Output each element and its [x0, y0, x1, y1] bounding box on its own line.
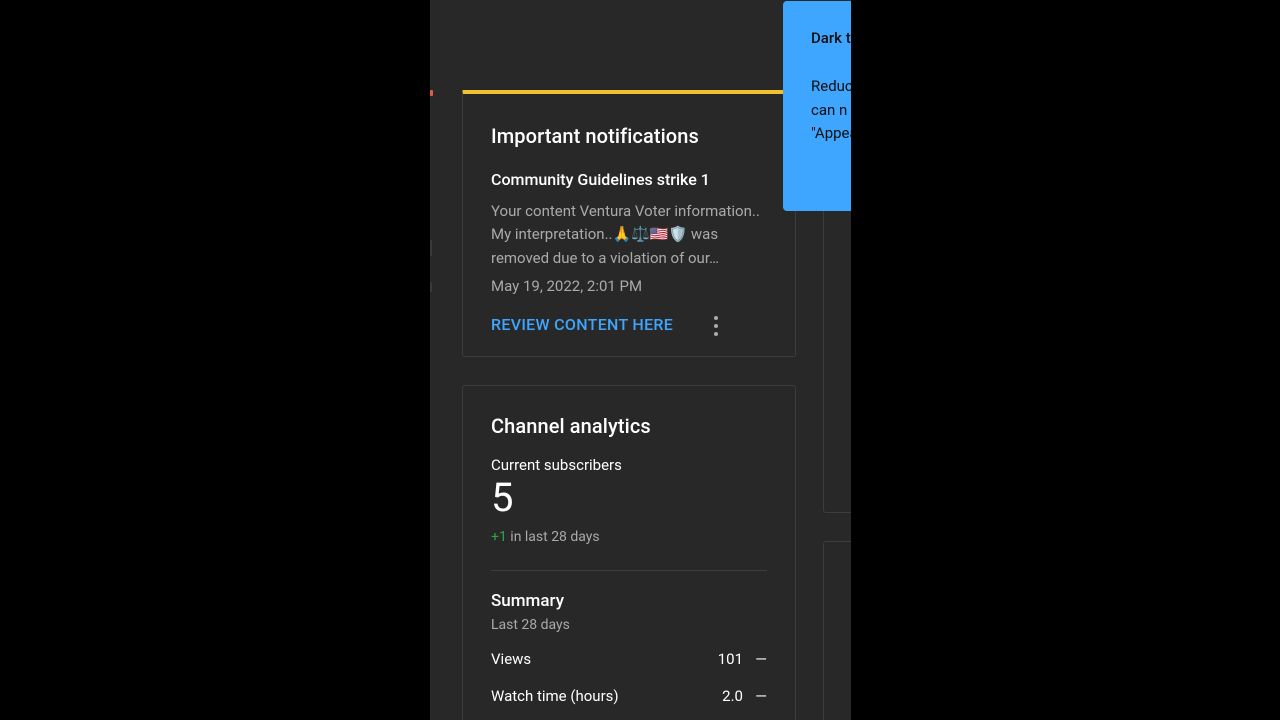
tooltip-line: Reduc: [811, 77, 851, 95]
metric-label: Watch time (hours): [491, 687, 619, 705]
delta-text: in last 28 days: [506, 529, 600, 545]
important-notifications-card: Important notifications Community Guidel…: [462, 90, 796, 357]
subscribers-count: 5: [491, 474, 514, 521]
analytics-title: Channel analytics: [491, 414, 651, 438]
notifications-title: Important notifications: [491, 124, 699, 148]
strike-date: May 19, 2022, 2:01 PM: [491, 277, 643, 295]
metric-row-watch-time: Watch time (hours) 2.0 —: [491, 687, 767, 709]
metric-label: Views: [491, 650, 532, 668]
side-card: [823, 541, 851, 720]
summary-title: Summary: [491, 591, 565, 611]
tooltip-line: can n: [811, 100, 848, 119]
divider: [491, 570, 767, 571]
side-card: [823, 200, 851, 513]
more-vert-icon[interactable]: [707, 315, 725, 337]
edge-indicator: [430, 90, 433, 96]
strike-title: Community Guidelines strike 1: [491, 170, 710, 189]
delta-value: +1: [491, 529, 507, 545]
metric-value: 101: [717, 650, 743, 668]
studio-viewport: Important notifications Community Guidel…: [430, 0, 851, 720]
channel-analytics-card: Channel analytics Current subscribers 5 …: [462, 385, 796, 720]
edge-divider: [430, 282, 432, 292]
metric-trend: —: [755, 687, 767, 705]
metric-row-views: Views 101 —: [491, 650, 767, 672]
subscribers-delta: +1 in last 28 days: [491, 529, 600, 545]
subscribers-label: Current subscribers: [491, 456, 622, 474]
dark-theme-tooltip[interactable]: Dark t Reduc can n "Appea: [783, 1, 851, 211]
summary-period: Last 28 days: [491, 617, 570, 633]
tooltip-body: Reduc can n "Appea: [811, 75, 851, 146]
metric-value: 2.0: [722, 687, 743, 705]
strike-description: Your content Ventura Voter information..…: [491, 202, 760, 267]
tooltip-line: "Appea: [811, 124, 851, 142]
edge-divider: [430, 240, 432, 256]
tooltip-title: Dark t: [811, 29, 851, 47]
review-content-link[interactable]: REVIEW CONTENT HERE: [491, 315, 673, 334]
metric-trend: —: [755, 650, 767, 668]
